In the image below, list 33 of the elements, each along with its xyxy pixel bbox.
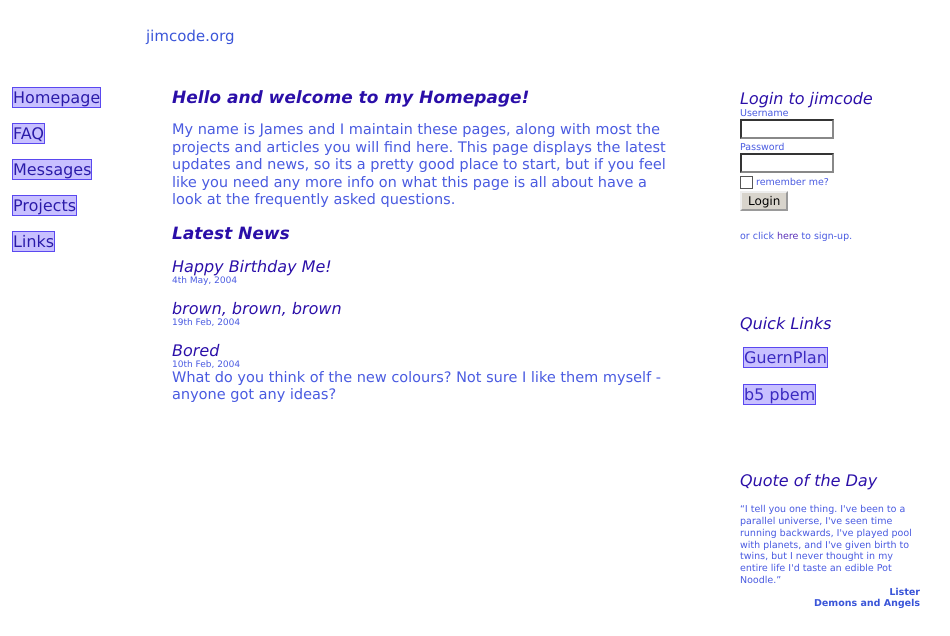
- login-heading: Login to jimcode: [740, 89, 874, 108]
- quote-source: Demons and Angels: [812, 598, 920, 609]
- username-label: Username: [740, 108, 790, 120]
- password-field[interactable]: [740, 153, 834, 174]
- login-button[interactable]: Login: [740, 191, 788, 212]
- nav-link[interactable]: Projects: [12, 195, 78, 216]
- nav-link[interactable]: Links: [12, 231, 56, 252]
- remember-checkbox[interactable]: [740, 176, 753, 190]
- signup-text: or click here to sign-up.: [740, 231, 854, 242]
- nav-link[interactable]: FAQ: [12, 123, 45, 144]
- welcome-heading: Hello and welcome to my Homepage!: [172, 88, 530, 108]
- news-title: brown, brown, brown: [172, 300, 343, 318]
- username-field[interactable]: [740, 119, 834, 140]
- quick-link[interactable]: GuernPlan: [743, 347, 828, 368]
- news-title: Happy Birthday Me!: [172, 258, 333, 276]
- quick-link[interactable]: b5 pbem: [743, 384, 816, 406]
- intro-paragraph: My name is James and I maintain these pages, along with most the projects and articles you will find here. This page displays the latest updates and news, so its a pretty good place to start, but if you feel like you need any more info on what this page is all about have a look at the frequently asked questions.: [172, 122, 667, 210]
- remember-label: remember me?: [756, 177, 829, 188]
- password-label: Password: [740, 142, 786, 154]
- quote-heading: Quote of the Day: [740, 471, 878, 490]
- news-date: 19th Feb, 2004: [172, 318, 242, 328]
- news-date: 4th May, 2004: [172, 276, 238, 286]
- quick-links-heading: Quick Links: [740, 314, 832, 334]
- news-body: What do you think of the new colours? Not sure I like them myself - anyone got any ideas?: [172, 370, 662, 405]
- nav-link[interactable]: Messages: [12, 159, 92, 180]
- nav-link[interactable]: Homepage: [12, 87, 102, 108]
- news-title: Bored: [172, 342, 220, 360]
- quote-text: “I tell you one thing. I've been to a parallel universe, I've seen time running backwards, I've played pool with planets, and I've given birth to twins, but I never thought in my entire life I'd taste an edible Pot Noodle.”: [740, 504, 913, 587]
- quote-author: Lister: [888, 586, 920, 598]
- site-title-link[interactable]: jimcode.org: [146, 27, 234, 45]
- signup-link[interactable]: here: [776, 231, 798, 242]
- news-heading: Latest News: [172, 224, 291, 244]
- news-date: 10th Feb, 2004: [172, 360, 242, 370]
